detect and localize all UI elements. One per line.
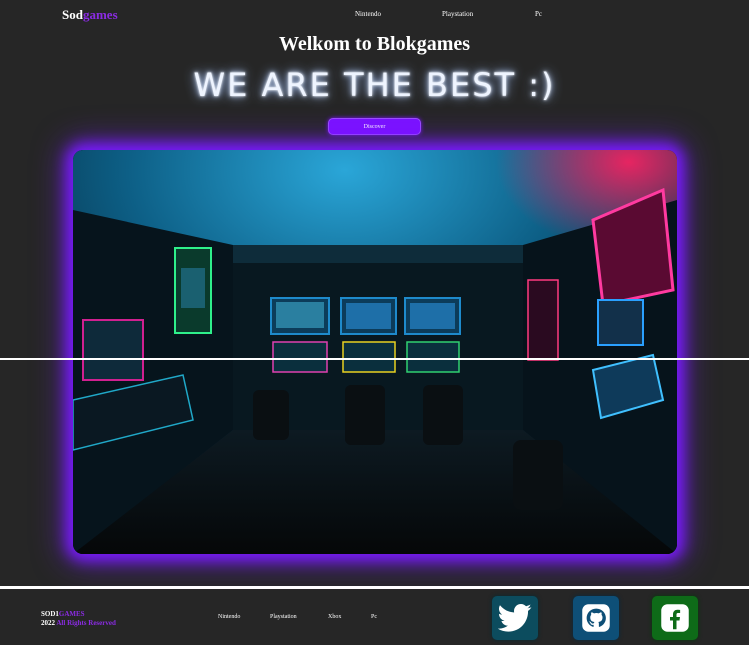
- twitter-icon: [498, 603, 532, 632]
- twitter-button[interactable]: [492, 596, 538, 640]
- navbar: Sodgames Nintendo Playstation Pc: [0, 0, 749, 30]
- logo-accent: games: [82, 7, 118, 22]
- neon-slogan: WE ARE THE BEST :): [193, 66, 556, 104]
- logo[interactable]: Sodgames: [62, 7, 118, 23]
- footer: SOD1GAMES 2022 All Rights Reserved Ninte…: [0, 589, 749, 645]
- nav-link-pc[interactable]: Pc: [535, 10, 542, 18]
- discover-button[interactable]: Discover: [328, 118, 421, 135]
- divider-line: [0, 358, 749, 360]
- footer-link-xbox[interactable]: Xbox: [328, 614, 341, 620]
- arcade-room-photo: [73, 150, 677, 554]
- github-button[interactable]: [573, 596, 619, 640]
- footer-year: 2022: [41, 619, 55, 627]
- github-icon: [582, 604, 610, 632]
- footer-copyright: 2022 All Rights Reserved: [41, 619, 116, 627]
- footer-brand-main: SOD1: [41, 610, 59, 618]
- facebook-button[interactable]: [652, 596, 698, 640]
- footer-link-playstation[interactable]: Playstation: [270, 614, 297, 620]
- nav-link-playstation[interactable]: Playstation: [442, 10, 473, 18]
- facebook-icon: [661, 604, 689, 632]
- footer-rights: All Rights Reserved: [56, 619, 116, 627]
- logo-main: Sod: [62, 7, 83, 22]
- footer-brand: SOD1GAMES: [41, 610, 85, 618]
- footer-link-nintendo[interactable]: Nintendo: [218, 614, 240, 620]
- footer-link-pc[interactable]: Pc: [371, 614, 377, 620]
- nav-link-nintendo[interactable]: Nintendo: [355, 10, 381, 18]
- footer-brand-accent: GAMES: [58, 610, 85, 618]
- hero-image: [73, 150, 677, 554]
- page-title: Welkom to Blokgames: [278, 33, 471, 55]
